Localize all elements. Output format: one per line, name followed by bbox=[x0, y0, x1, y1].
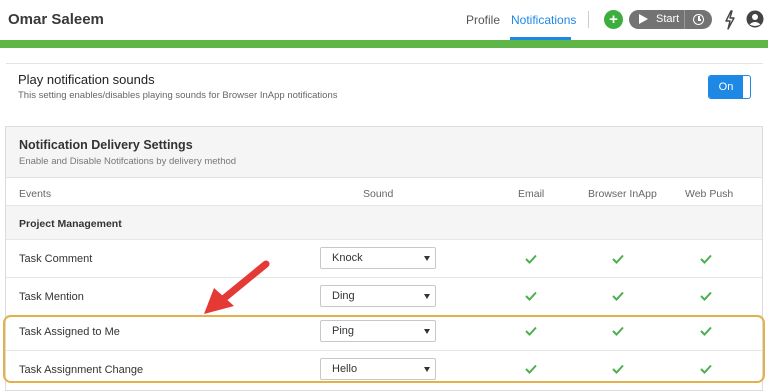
column-header-web-push: Web Push bbox=[685, 188, 734, 200]
web-push-check-icon[interactable] bbox=[700, 254, 712, 264]
plus-icon: + bbox=[609, 11, 618, 28]
notification-sound-setting: Play notification sounds This setting en… bbox=[6, 63, 763, 111]
add-button[interactable]: + bbox=[604, 10, 623, 29]
play-icon bbox=[639, 14, 648, 24]
annotation-arrow-icon bbox=[204, 260, 270, 314]
toggle-on-label: On bbox=[709, 76, 743, 98]
card-header: Notification Delivery Settings Enable an… bbox=[6, 127, 762, 178]
sound-select[interactable]: Knock bbox=[320, 247, 436, 269]
caret-down-icon bbox=[424, 256, 430, 261]
web-push-check-icon[interactable] bbox=[700, 291, 712, 301]
group-label: Project Management bbox=[19, 218, 122, 230]
sound-toggle[interactable]: On bbox=[708, 75, 751, 99]
email-check-icon[interactable] bbox=[525, 291, 537, 301]
sound-setting-description: This setting enables/disables playing so… bbox=[18, 90, 338, 101]
event-label: Task Mention bbox=[19, 291, 84, 303]
column-header-email: Email bbox=[518, 188, 545, 200]
column-header-browser-inapp: Browser InApp bbox=[588, 188, 657, 200]
user-name: Omar Saleem bbox=[8, 11, 104, 28]
user-account-icon[interactable] bbox=[746, 10, 764, 28]
time-log-button[interactable] bbox=[685, 10, 712, 29]
sound-setting-title: Play notification sounds bbox=[18, 72, 155, 87]
caret-down-icon bbox=[424, 294, 430, 299]
column-header-events: Events bbox=[19, 188, 52, 200]
card-title: Notification Delivery Settings bbox=[19, 138, 193, 152]
tab-profile[interactable]: Profile bbox=[466, 13, 500, 27]
timer-control: Start bbox=[629, 10, 712, 29]
browser-inapp-check-icon[interactable] bbox=[612, 291, 624, 301]
group-row: Project Management bbox=[6, 206, 762, 239]
browser-inapp-check-icon[interactable] bbox=[612, 254, 624, 264]
card-subtitle: Enable and Disable Notifcations by deliv… bbox=[19, 156, 237, 167]
start-label: Start bbox=[656, 13, 680, 25]
email-check-icon[interactable] bbox=[525, 254, 537, 264]
start-timer-button[interactable]: Start bbox=[629, 10, 684, 29]
lightning-bolt-icon[interactable] bbox=[724, 10, 736, 30]
sound-select-value: Knock bbox=[332, 252, 363, 264]
sound-select-value: Ding bbox=[332, 290, 355, 302]
event-label: Task Comment bbox=[19, 253, 93, 265]
sound-select[interactable]: Ding bbox=[320, 285, 436, 307]
nav-divider bbox=[588, 11, 589, 28]
tab-notifications[interactable]: Notifications bbox=[511, 13, 576, 27]
highlight-box bbox=[3, 315, 765, 383]
brand-bar bbox=[0, 40, 768, 48]
column-header-sound: Sound bbox=[363, 188, 394, 200]
top-header: Omar Saleem Profile Notifications + Star… bbox=[0, 0, 768, 40]
